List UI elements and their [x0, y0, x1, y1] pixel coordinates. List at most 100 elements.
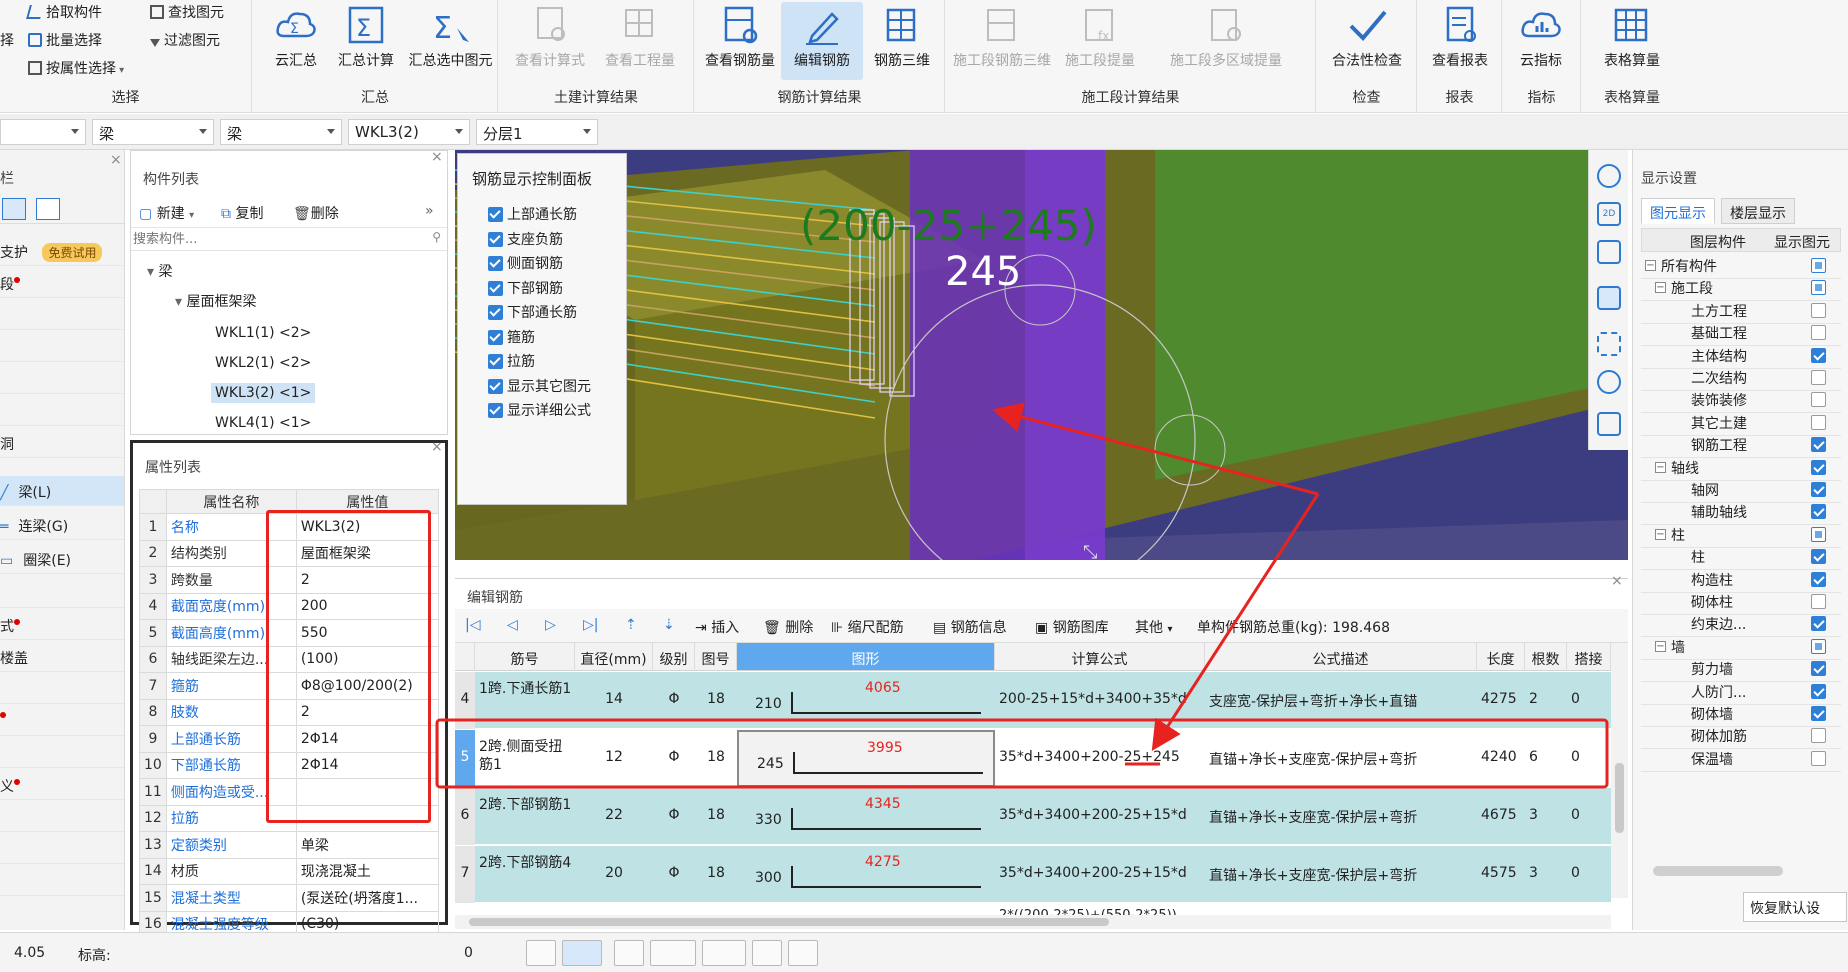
move-down-icon[interactable]: ⇣ [663, 617, 675, 633]
rebar-display-checkbox[interactable]: 上部通长筋 [488, 204, 577, 224]
rebar-cell-fig[interactable]: 18 [695, 846, 737, 903]
display-checkbox[interactable] [1811, 258, 1826, 273]
last-row-icon[interactable]: ▷| [583, 617, 598, 633]
rebar-display-checkbox[interactable]: 箍筋 [488, 327, 535, 347]
snap-layer-icon[interactable] [752, 940, 782, 966]
tree-collapse-icon[interactable]: − [1655, 640, 1666, 652]
rebar-cell-name[interactable]: 2跨.侧面受扭筋1 [475, 730, 575, 787]
snap-perpendicular-icon[interactable] [526, 940, 556, 966]
rebar-cell-dia[interactable]: 14 [575, 672, 653, 729]
nav-item-ring-beam[interactable]: ▭ 圈梁(E) [0, 544, 124, 574]
nav-item-beam[interactable]: ╱ 梁(L) [0, 476, 124, 506]
snap-offset-icon[interactable] [702, 940, 746, 966]
nav-item-blank-11[interactable] [0, 866, 124, 896]
snap-cross-icon[interactable] [614, 940, 644, 966]
stage-quantity-button[interactable]: fx 施工段提量 [1056, 2, 1144, 80]
more-icon[interactable]: » [425, 203, 434, 219]
rebar-cell-formula[interactable]: 35*d+3400+200-25+245 [995, 730, 1205, 787]
component-item-selected[interactable]: WKL3(2) <1> [211, 383, 316, 403]
nav-item-hole[interactable]: 洞 [0, 428, 124, 458]
display-checkbox[interactable] [1811, 392, 1826, 408]
rebar-column-header[interactable]: 公式描述 [1205, 643, 1477, 671]
stage-rebar-3d-button[interactable]: 施工段钢筋三维 [952, 2, 1052, 80]
3d-viewport[interactable]: (200-25+245) 245 ⤡ [455, 150, 1628, 560]
rebar-display-checkbox[interactable]: 下部钢筋 [488, 278, 563, 298]
tree-root-beam[interactable]: ▾ 梁 [147, 261, 172, 281]
scrollbar-thumb[interactable] [469, 918, 1109, 926]
nav-item-floor-cover[interactable]: 楼盖 [0, 642, 124, 672]
rebar-cell-count[interactable]: 3 [1525, 846, 1567, 903]
horizontal-scrollbar[interactable] [1653, 866, 1783, 876]
legality-check-button[interactable]: 合法性检查 [1323, 2, 1411, 80]
display-checkbox[interactable] [1811, 370, 1826, 385]
display-checkbox[interactable] [1811, 526, 1826, 542]
rebar-cell-name[interactable]: 1跨.下通长筋1 [475, 672, 575, 729]
rebar-cell-formula[interactable]: 200-25+15*d+3400+35*d [995, 672, 1205, 729]
pick-component-button[interactable]: 拾取构件 [26, 2, 102, 22]
table-calc-button[interactable]: 表格算量 [1588, 2, 1676, 80]
nav-item-blank-8[interactable] [0, 738, 124, 768]
display-checkbox[interactable] [1811, 616, 1826, 632]
rebar-cell-length[interactable]: 4240 [1477, 730, 1525, 787]
tree-collapse-icon[interactable]: − [1645, 260, 1656, 271]
tab-element-display[interactable]: 图元显示 [1641, 198, 1715, 224]
rebar-table-row[interactable]: 7 2跨.下部钢筋4 20 Φ 18 300 4275 35*d+3400+200-25+15… [455, 846, 1611, 903]
rebar-cell-idx[interactable]: 4 [455, 672, 475, 729]
display-checkbox[interactable] [1811, 504, 1826, 520]
rebar-cell-count[interactable]: 3 [1525, 788, 1567, 845]
type-select[interactable]: 梁 [220, 119, 342, 145]
rebar-cell-formula[interactable]: 35*d+3400+200-25+15*d [995, 788, 1205, 845]
component-select[interactable]: WKL3(2) [348, 119, 470, 145]
scrollbar-thumb[interactable] [1615, 763, 1624, 833]
scale-rebar-button[interactable]: ⊪ 缩尺配筋 [831, 617, 904, 637]
collapse-icon[interactable]: ⤡ [1083, 542, 1097, 560]
new-component-button[interactable]: ▢ 新建 ▾ [139, 203, 194, 223]
rebar-cell-name[interactable]: 2跨.下部钢筋1 [475, 788, 575, 845]
rebar-cell-fig[interactable]: 18 [695, 730, 737, 787]
vertical-scrollbar[interactable] [1611, 643, 1628, 898]
nav-item-link-beam[interactable]: ═ 连梁(G) [0, 510, 124, 540]
snap-rect-icon[interactable] [562, 940, 602, 966]
display-layer-row[interactable]: 保温墙 [1641, 746, 1841, 772]
rebar-display-checkbox[interactable]: 拉筋 [488, 351, 535, 371]
next-row-icon[interactable]: ▷ [545, 617, 556, 633]
rebar-cell-count[interactable]: 2 [1525, 672, 1567, 729]
nav-item-support[interactable]: 支护 免费试用 [0, 236, 124, 266]
rebar-column-header[interactable]: 直径(mm) [575, 643, 653, 671]
rebar-display-checkbox[interactable]: 支座负筋 [488, 229, 563, 249]
nav-item-dot[interactable] [0, 706, 124, 736]
delete-component-button[interactable]: 🗑删除 [293, 203, 339, 223]
display-checkbox[interactable] [1811, 750, 1826, 766]
rebar-column-header[interactable] [455, 643, 475, 671]
cube-view-icon[interactable] [1597, 370, 1621, 394]
rebar-table-row[interactable]: 5 2跨.侧面受扭筋1 12 Φ 18 245 3995 35*d+3400+200-25+2… [455, 730, 1611, 787]
summary-calc-button[interactable]: Σ 汇总计算 [325, 2, 407, 80]
property-row[interactable]: 13 定额类别 单梁 [139, 831, 440, 859]
display-checkbox[interactable] [1811, 325, 1826, 341]
close-icon[interactable]: × [431, 149, 443, 165]
batch-select-button[interactable]: 批量选择 [28, 30, 102, 50]
copy-component-button[interactable]: ⧉ 复制 [221, 203, 263, 223]
rebar-column-header[interactable]: 搭接 [1567, 643, 1611, 671]
rebar-cell-dia[interactable]: 22 [575, 788, 653, 845]
display-checkbox[interactable] [1811, 347, 1826, 363]
first-row-icon[interactable]: |◁ [465, 617, 480, 633]
property-value[interactable]: 现浇混凝土 [295, 857, 440, 885]
rebar-table-row[interactable]: 6 2跨.下部钢筋1 22 Φ 18 330 4345 35*d+3400+200-25+15… [455, 788, 1611, 845]
category-select[interactable]: 梁 [92, 119, 214, 145]
filter-element-button[interactable]: 过滤图元 [150, 30, 220, 50]
close-icon[interactable]: × [1611, 573, 1623, 589]
nav-item-blank-2[interactable] [0, 332, 124, 362]
display-checkbox[interactable] [1811, 571, 1826, 587]
edit-rebar-button[interactable]: 编辑钢筋 [781, 2, 863, 80]
rebar-cell-length[interactable]: 4675 [1477, 788, 1525, 845]
rebar-library-button[interactable]: ▣ 钢筋图库 [1035, 617, 1109, 637]
rebar-cell-desc[interactable]: 直锚+净长+支座宽-保护层+弯折 [1205, 846, 1477, 903]
view-quantity-button[interactable]: 查看工程量 [599, 2, 681, 80]
snap-arc-icon[interactable] [788, 940, 818, 966]
display-checkbox[interactable] [1811, 638, 1826, 654]
component-item[interactable]: WKL1(1) <2> [211, 323, 315, 343]
nav-item-blank-1[interactable] [0, 300, 124, 330]
rebar-cell-desc[interactable]: 支座宽-保护层+弯折+净长+直锚 [1205, 672, 1477, 729]
nav-item-blank-9[interactable] [0, 802, 124, 832]
